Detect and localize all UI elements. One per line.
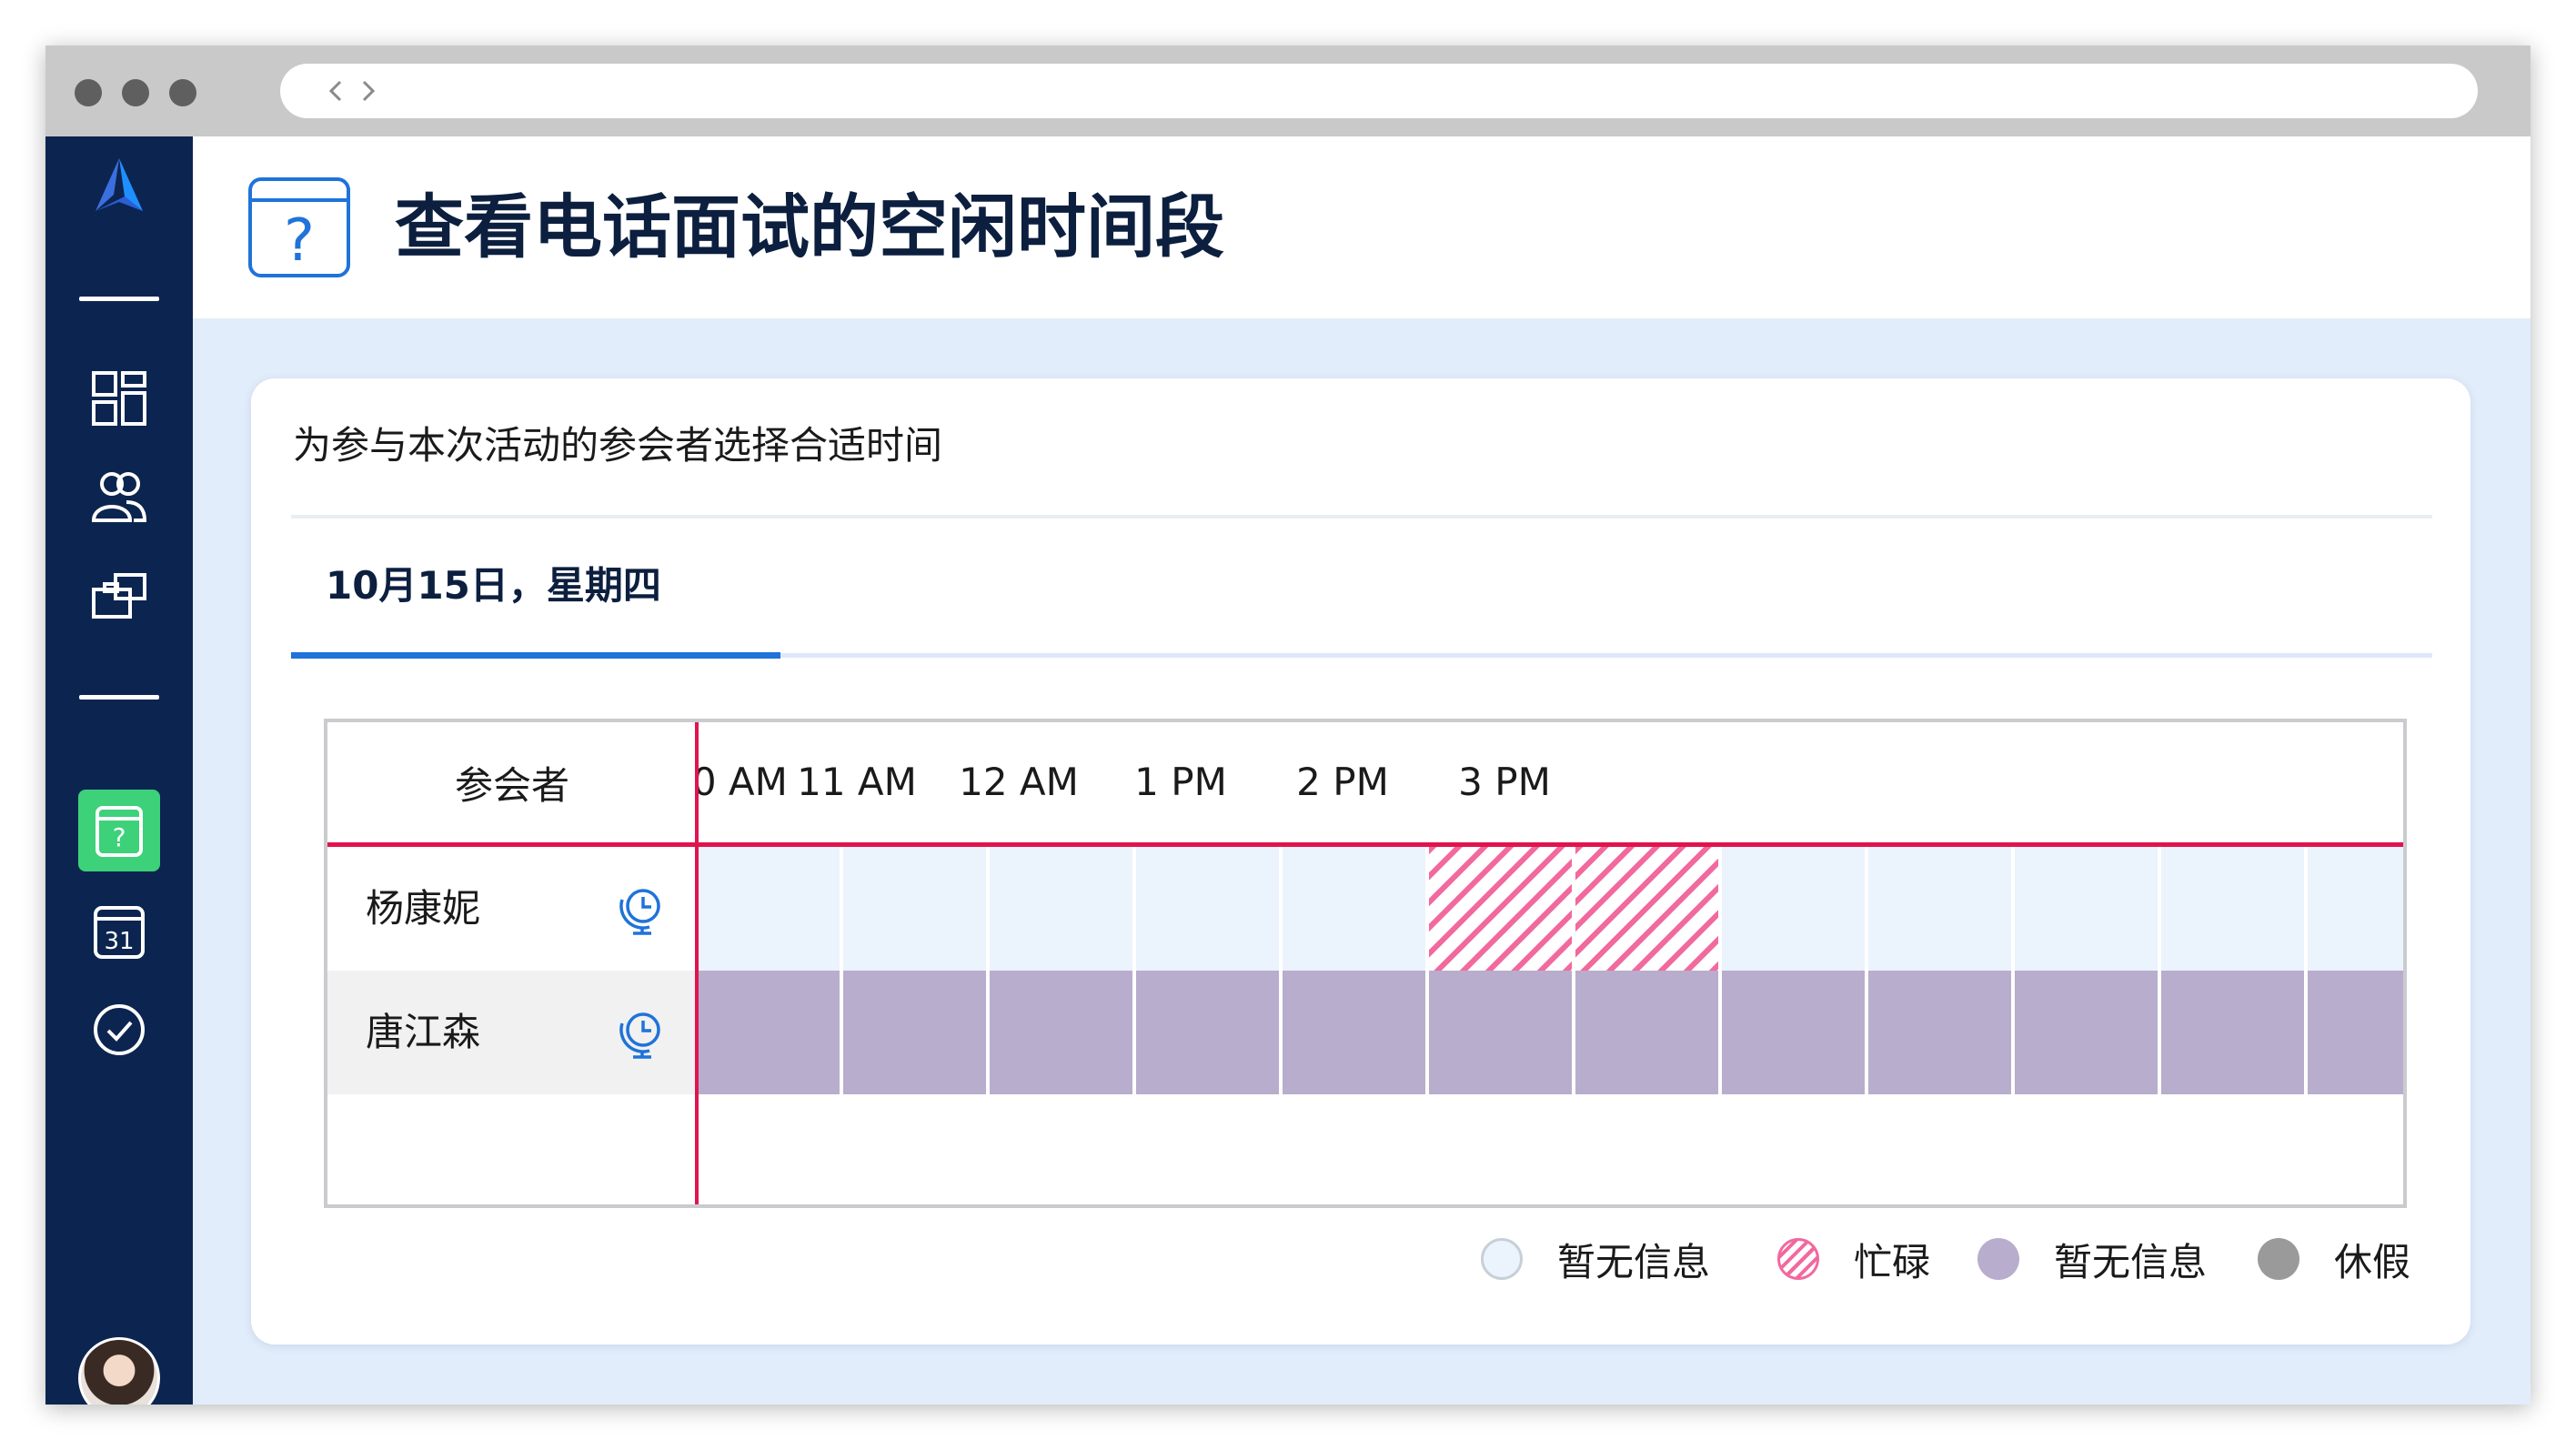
attendee-column-header: 参会者 (454, 762, 569, 808)
time-slot-noinfo[interactable] (843, 971, 986, 1094)
time-label: 2 PM (1296, 760, 1389, 804)
sidebar-item-people[interactable] (83, 460, 156, 533)
dashboard-grid-icon (92, 371, 146, 426)
calendar-question-icon: ? (248, 177, 350, 277)
legend-swatch-free (1481, 1238, 1523, 1280)
sidebar-item-tasks[interactable] (83, 993, 156, 1066)
time-slot-noinfo[interactable] (1575, 971, 1718, 1094)
time-slot-noinfo[interactable] (990, 971, 1132, 1094)
sidebar-item-calendar[interactable]: 31 (83, 895, 156, 968)
time-label: 3 PM (1458, 760, 1551, 804)
legend-item: 暂无信息 (1481, 1223, 1710, 1295)
calendar-icon: 31 (94, 906, 145, 959)
window-maximize-dot[interactable] (169, 79, 196, 106)
time-slot-busy[interactable] (1575, 847, 1718, 971)
timezone-clock-icon[interactable] (615, 881, 669, 936)
tab-date[interactable]: 10月15日，星期四 (326, 560, 661, 611)
time-slot-free[interactable] (1868, 847, 2011, 971)
legend-item: 休假 (2258, 1223, 2410, 1295)
time-slot-free[interactable] (1283, 847, 1425, 971)
attendee-row[interactable]: 唐江森 (327, 971, 697, 1094)
time-label: 1 PM (1134, 760, 1227, 804)
sidebar-item-dashboard[interactable] (83, 362, 156, 435)
time-slot-free[interactable] (2308, 847, 2403, 971)
logo-icon (96, 158, 143, 211)
time-slot-free[interactable] (2161, 847, 2304, 971)
time-slot-free[interactable] (697, 847, 840, 971)
time-slot-noinfo[interactable] (697, 971, 840, 1094)
time-slot-free[interactable] (1136, 847, 1279, 971)
sidebar: ? 31 (45, 136, 193, 1405)
time-label: 11 AM (797, 760, 917, 804)
card-divider (291, 515, 2432, 519)
legend-label: 暂无信息 (1557, 1239, 1711, 1284)
svg-text:?: ? (284, 207, 315, 275)
legend-swatch-noinfo (1977, 1238, 2019, 1280)
time-slot-noinfo[interactable] (1868, 971, 2011, 1094)
time-slot-free[interactable] (2015, 847, 2158, 971)
window-close-dot[interactable] (75, 79, 102, 106)
sidebar-divider (79, 297, 159, 301)
time-slot-busy[interactable] (1429, 847, 1572, 971)
page-header: ? 查看电话面试的空闲时间段 (193, 136, 2531, 318)
users-icon (91, 472, 147, 522)
time-slot-noinfo[interactable] (1283, 971, 1425, 1094)
back-forward-icon[interactable] (327, 78, 382, 104)
main-content: 为参与本次活动的参会者选择合适时间 10月15日，星期四 参会者 10 AM 1… (193, 318, 2531, 1405)
legend-swatch-vacation (2258, 1238, 2299, 1280)
attendee-name: 唐江森 (366, 1010, 481, 1054)
availability-grid: 参会者 10 AM 11 AM 12 AM 1 PM 2 PM 3 PM 杨康妮 (324, 719, 2407, 1208)
time-slot-noinfo[interactable] (2015, 971, 2158, 1094)
attendee-row[interactable]: 杨康妮 (327, 847, 697, 971)
legend-label: 忙碌 (1854, 1239, 1931, 1284)
brand-logo[interactable] (83, 149, 156, 222)
header-divider-line (327, 842, 2403, 847)
time-slot-free[interactable] (843, 847, 986, 971)
calendar-question-icon: ? (96, 806, 143, 857)
time-slot-noinfo[interactable] (2161, 971, 2304, 1094)
card-subtitle: 为参与本次活动的参会者选择合适时间 (293, 423, 943, 468)
address-bar[interactable] (280, 64, 2478, 118)
legend-label: 休假 (2334, 1239, 2411, 1284)
page-title: 查看电话面试的空闲时间段 (395, 186, 1224, 267)
time-slot-noinfo[interactable] (2308, 971, 2403, 1094)
attendee-slots (697, 847, 2403, 971)
time-slot-free[interactable] (1722, 847, 1865, 971)
time-slot-free[interactable] (990, 847, 1132, 971)
user-avatar[interactable] (78, 1337, 160, 1405)
browser-window: ? 31 ? 查看电话面试的空闲时间段 为参与本次活动的参会者选择合适时间 10… (45, 45, 2531, 1405)
attendee-name: 杨康妮 (366, 886, 481, 931)
browser-chrome (45, 45, 2531, 136)
legend-item: 暂无信息 (1977, 1223, 2207, 1295)
availability-card: 为参与本次活动的参会者选择合适时间 10月15日，星期四 参会者 10 AM 1… (251, 378, 2470, 1344)
time-slot-noinfo[interactable] (1136, 971, 1279, 1094)
timezone-clock-icon[interactable] (615, 1005, 669, 1060)
sidebar-item-jobs[interactable] (83, 559, 156, 631)
calendar-icon-label: 31 (104, 928, 134, 955)
time-slot-noinfo[interactable] (1429, 971, 1572, 1094)
window-minimize-dot[interactable] (122, 79, 149, 106)
sidebar-item-availability-icon: ? (83, 795, 156, 868)
tab-active-indicator (291, 652, 780, 659)
check-circle-icon (94, 1004, 145, 1055)
sidebar-divider (79, 695, 159, 700)
time-slot-noinfo[interactable] (1722, 971, 1865, 1094)
time-label: 12 AM (959, 760, 1079, 804)
current-time-line (695, 722, 699, 1204)
legend-label: 暂无信息 (2054, 1239, 2208, 1284)
legend-item: 忙碌 (1777, 1223, 1930, 1295)
attendee-slots (697, 971, 2403, 1094)
svg-text:?: ? (113, 822, 126, 852)
legend-swatch-busy (1777, 1238, 1819, 1280)
briefcase-icon (92, 573, 146, 619)
time-header: 10 AM 11 AM 12 AM 1 PM 2 PM 3 PM (697, 722, 2403, 842)
